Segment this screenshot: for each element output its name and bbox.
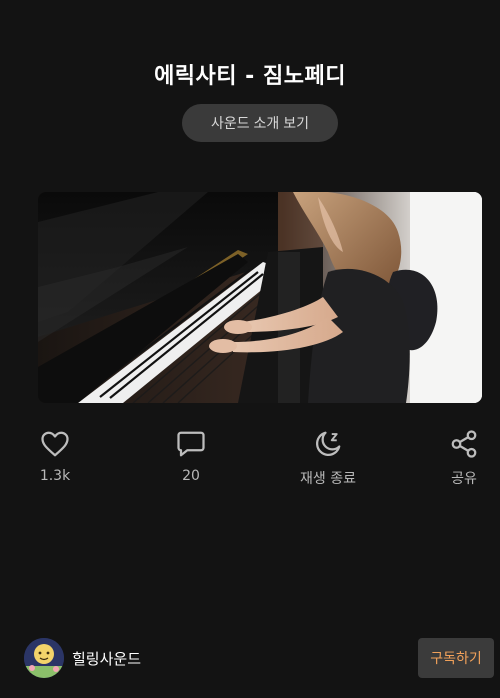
action-bar: 1.3k 20 재생 종료 공유 [0,428,500,498]
comment-button[interactable]: 20 [146,428,236,484]
player-screen: 에릭사티 - 짐노페디 사운드 소개 보기 1.3k 20 재생 종료 공유 힐… [0,0,500,698]
sleep-timer-button[interactable]: 재생 종료 [283,428,373,488]
sound-intro-button[interactable]: 사운드 소개 보기 [182,104,338,142]
piano-player-image [38,192,482,403]
moon-sleep-icon [312,428,344,460]
share-icon [448,428,480,460]
sleep-timer-label: 재생 종료 [300,471,356,487]
video-thumbnail[interactable] [38,192,482,403]
like-button[interactable]: 1.3k [10,428,100,484]
share-label: 공유 [451,471,477,487]
subscribe-button[interactable]: 구독하기 [418,638,494,678]
avatar [24,638,64,678]
channel-name: 힐링사운드 [72,649,142,668]
channel-bar: 힐링사운드 구독하기 [0,632,500,684]
share-button[interactable]: 공유 [419,428,500,488]
like-count: 1.3k [39,468,71,484]
channel-link[interactable]: 힐링사운드 [24,638,141,678]
comment-count: 20 [182,468,200,484]
comment-icon [175,428,207,460]
track-title: 에릭사티 - 짐노페디 [154,64,346,89]
heart-icon [39,428,71,460]
